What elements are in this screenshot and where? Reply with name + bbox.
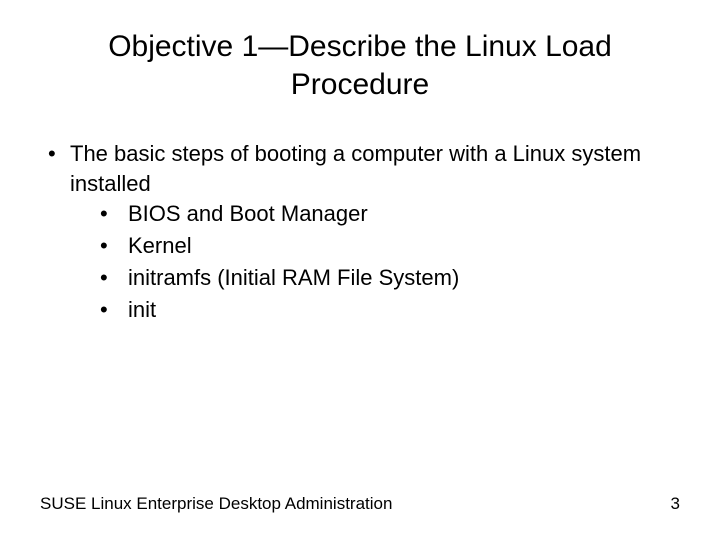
sub-bullet: BIOS and Boot Manager bbox=[70, 198, 680, 230]
slide-title: Objective 1—Describe the Linux Load Proc… bbox=[40, 28, 680, 103]
sub-bullet-text: Kernel bbox=[128, 233, 192, 258]
slide: Objective 1—Describe the Linux Load Proc… bbox=[0, 0, 720, 540]
sub-bullet-text: BIOS and Boot Manager bbox=[128, 201, 368, 226]
bullet-main-text: The basic steps of booting a computer wi… bbox=[70, 141, 641, 196]
page-number: 3 bbox=[671, 494, 680, 514]
sub-bullet-text: init bbox=[128, 297, 156, 322]
slide-footer: SUSE Linux Enterprise Desktop Administra… bbox=[40, 494, 680, 514]
slide-content: The basic steps of booting a computer wi… bbox=[40, 139, 680, 326]
sub-bullet: initramfs (Initial RAM File System) bbox=[70, 262, 680, 294]
footer-source: SUSE Linux Enterprise Desktop Administra… bbox=[40, 494, 392, 514]
sub-bullet: init bbox=[70, 294, 680, 326]
sub-bullet: Kernel bbox=[70, 230, 680, 262]
sub-bullet-text: initramfs (Initial RAM File System) bbox=[128, 265, 459, 290]
bullet-main: The basic steps of booting a computer wi… bbox=[40, 139, 680, 326]
sub-bullet-list: BIOS and Boot Manager Kernel initramfs (… bbox=[70, 198, 680, 326]
